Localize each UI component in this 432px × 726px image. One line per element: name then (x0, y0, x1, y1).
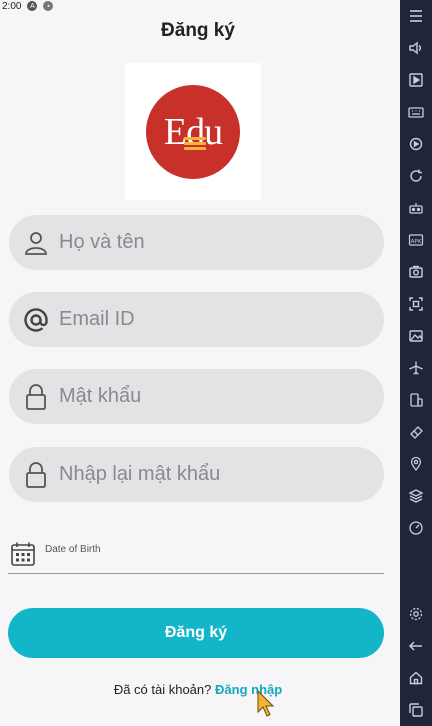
settings-icon[interactable] (400, 598, 432, 630)
dob-label: Date of Birth (45, 544, 101, 555)
confirm-password-field[interactable] (9, 447, 384, 502)
notification-icon: ▪ (43, 1, 54, 11)
login-prompt-text: Đã có tài khoản? (113, 682, 212, 697)
svg-text:APK: APK (411, 239, 422, 245)
back-icon[interactable] (400, 630, 432, 662)
speed-icon[interactable] (400, 512, 432, 544)
erase-icon[interactable] (400, 416, 432, 448)
status-time: 2:00 (2, 0, 22, 12)
multi-instance-icon[interactable] (400, 384, 432, 416)
app-screen: 2:00 A ▪ Đăng ký Edu Họ và tên Email ID … (0, 0, 400, 726)
emulator-sidebar: APK (400, 0, 432, 726)
page-title: Đăng ký (161, 20, 235, 41)
lock-icon (21, 382, 51, 412)
airplane-icon[interactable] (400, 352, 432, 384)
signup-button[interactable]: Đăng ký (8, 608, 384, 658)
full-name-field[interactable] (9, 215, 384, 270)
folder-icon[interactable] (400, 320, 432, 352)
books-icon (184, 136, 206, 151)
logo-circle: Edu (146, 84, 240, 179)
sync-icon[interactable] (400, 160, 432, 192)
keyboard-icon[interactable] (400, 96, 432, 128)
robot-icon[interactable] (400, 192, 432, 224)
home-icon[interactable] (400, 662, 432, 694)
app-logo: Edu (125, 63, 261, 200)
password-field[interactable] (9, 369, 384, 424)
android-icon: A (27, 1, 38, 11)
location-icon[interactable] (400, 448, 432, 480)
screenshot-icon[interactable] (400, 256, 432, 288)
at-icon (21, 305, 51, 335)
person-icon (21, 228, 51, 258)
confirm-password-input[interactable] (59, 463, 359, 486)
play-icon[interactable] (400, 64, 432, 96)
rotate-icon[interactable] (400, 128, 432, 160)
menu-icon[interactable] (400, 0, 432, 32)
volume-icon[interactable] (400, 32, 432, 64)
full-name-input[interactable] (59, 231, 359, 254)
email-field[interactable] (9, 292, 384, 347)
email-input[interactable] (59, 308, 359, 331)
calendar-icon[interactable] (10, 541, 36, 567)
recents-icon[interactable] (400, 694, 432, 726)
lock-icon (21, 460, 51, 490)
crop-icon[interactable] (400, 288, 432, 320)
apk-icon[interactable]: APK (400, 224, 432, 256)
login-prompt: Đã có tài khoản? Đăng nhập (0, 682, 396, 697)
dob-field[interactable]: Date of Birth (8, 535, 384, 574)
status-bar: 2:00 A ▪ (0, 0, 400, 12)
layers-icon[interactable] (400, 480, 432, 512)
mouse-cursor-icon (257, 690, 275, 717)
password-input[interactable] (59, 385, 359, 408)
